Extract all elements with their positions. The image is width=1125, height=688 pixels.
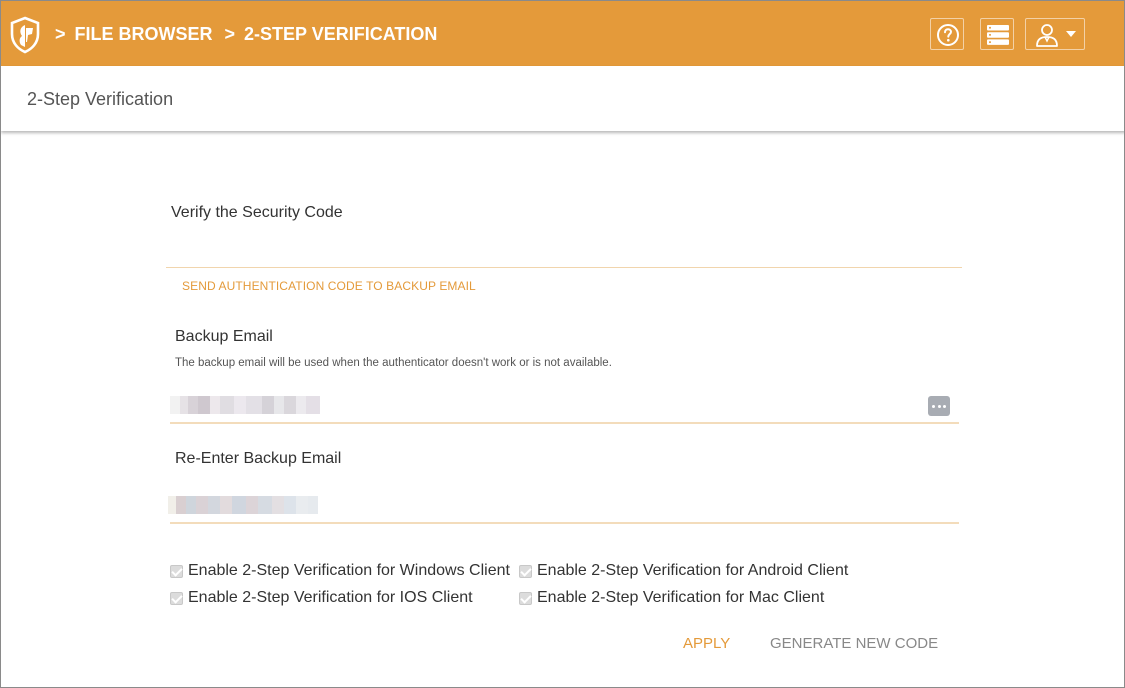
backup-email-input[interactable]: [170, 396, 320, 414]
backup-email-underline: [170, 422, 959, 424]
checkbox-checked[interactable]: [519, 564, 532, 578]
shield-logo-icon[interactable]: [9, 16, 41, 54]
generate-new-code-button[interactable]: GENERATE NEW CODE: [770, 635, 938, 652]
checkbox-mac-client[interactable]: Enable 2-Step Verification for Mac Clien…: [519, 589, 824, 607]
verify-code-label: Verify the Security Code: [171, 204, 343, 221]
security-code-input[interactable]: [166, 267, 962, 268]
checkbox-android-client[interactable]: Enable 2-Step Verification for Android C…: [519, 562, 848, 580]
user-menu-button[interactable]: [1025, 18, 1085, 50]
help-circle-icon: [937, 24, 959, 46]
checkbox-mac-label: Enable 2-Step Verification for Mac Clien…: [537, 589, 825, 606]
checkbox-android-label: Enable 2-Step Verification for Android C…: [537, 562, 849, 579]
page-header: 2-Step Verification: [1, 66, 1124, 131]
checkbox-ios-label: Enable 2-Step Verification for IOS Clien…: [188, 589, 473, 606]
checkbox-checked[interactable]: [170, 591, 183, 605]
reenter-email-label: Re-Enter Backup Email: [175, 450, 342, 467]
checkbox-windows-client[interactable]: Enable 2-Step Verification for Windows C…: [170, 562, 510, 580]
send-code-to-backup-email-link[interactable]: SEND AUTHENTICATION CODE TO BACKUP EMAIL: [182, 279, 476, 293]
server-list-icon: [987, 25, 1009, 45]
server-list-button[interactable]: [980, 18, 1014, 50]
checkbox-checked[interactable]: [170, 564, 183, 578]
breadcrumb-separator: >: [55, 24, 66, 44]
user-icon: [1036, 24, 1058, 47]
reenter-email-input[interactable]: [168, 496, 318, 514]
more-dots-icon[interactable]: [928, 396, 950, 416]
breadcrumb-file-browser[interactable]: FILE BROWSER: [75, 24, 213, 45]
backup-email-label: Backup Email: [175, 328, 273, 345]
page-title: 2-Step Verification: [27, 89, 174, 109]
checkbox-checked[interactable]: [519, 591, 532, 605]
backup-email-hint: The backup email will be used when the a…: [175, 357, 612, 369]
breadcrumb-2-step-verification[interactable]: 2-STEP VERIFICATION: [244, 24, 437, 45]
breadcrumb-separator: >: [224, 24, 236, 44]
apply-button[interactable]: APPLY: [683, 635, 730, 652]
breadcrumb: > FILE BROWSER >2-STEP VERIFICATION: [55, 24, 437, 45]
checkbox-windows-label: Enable 2-Step Verification for Windows C…: [188, 562, 510, 579]
caret-down-icon: [1066, 31, 1076, 37]
checkbox-ios-client[interactable]: Enable 2-Step Verification for IOS Clien…: [170, 589, 473, 607]
reenter-email-underline: [170, 522, 959, 524]
top-bar: > FILE BROWSER >2-STEP VERIFICATION: [1, 1, 1124, 66]
app-window: > FILE BROWSER >2-STEP VERIFICATION 2-St…: [0, 0, 1125, 688]
help-button[interactable]: [930, 18, 964, 50]
